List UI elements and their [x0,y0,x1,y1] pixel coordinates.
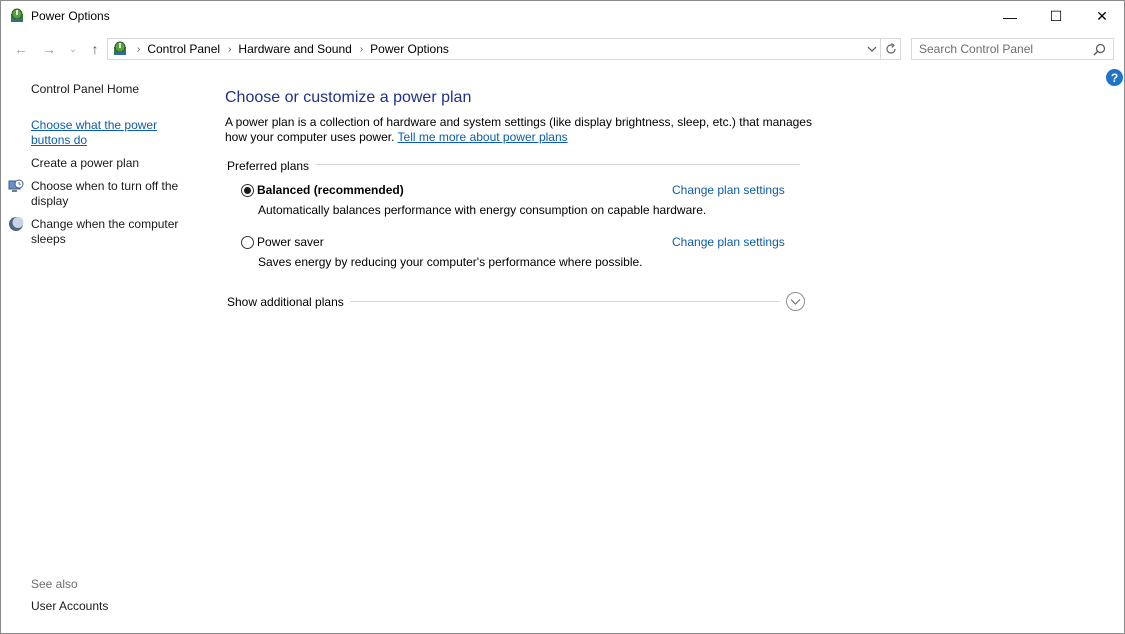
plan-power-saver-description: Saves energy by reducing your computer's… [258,255,643,269]
address-bar[interactable]: › Control Panel › Hardware and Sound › P… [107,38,881,60]
window-title: Power Options [31,9,110,23]
minimize-button[interactable]: — [987,1,1033,32]
plan-balanced-radio[interactable] [241,184,254,197]
power-buttons-link[interactable]: Choose what the power buttons do [31,118,171,148]
preferred-plans-label: Preferred plans [227,159,316,173]
monitor-clock-icon [8,179,24,192]
power-options-icon [114,41,126,55]
forward-button[interactable]: → [39,37,59,61]
breadcrumb-power-options[interactable]: Power Options [370,42,449,56]
chevron-down-icon[interactable] [867,42,877,56]
maximize-button[interactable]: ☐ [1033,1,1079,32]
additional-plans-divider [347,301,779,302]
breadcrumb-control-panel[interactable]: Control Panel [147,42,220,56]
plan-power-saver-name[interactable]: Power saver [257,235,324,249]
close-button[interactable]: ✕ [1079,1,1125,32]
power-options-window: Power Options — ☐ ✕ ← → ⌄ ↑ › Control Pa… [0,0,1125,634]
expand-additional-plans-button[interactable] [786,292,805,311]
page-title: Choose or customize a power plan [225,89,472,106]
back-button[interactable]: ← [11,37,31,61]
page-description: A power plan is a collection of hardware… [225,115,815,145]
plan-balanced-description: Automatically balances performance with … [258,203,707,217]
user-accounts-link[interactable]: User Accounts [31,599,108,614]
chevron-right-icon[interactable]: › [228,44,231,55]
show-additional-plans-label[interactable]: Show additional plans [227,295,350,309]
power-options-icon [11,8,23,22]
title-bar: Power Options — ☐ ✕ [1,1,1124,32]
chevron-right-icon[interactable]: › [360,44,363,55]
refresh-button[interactable] [881,38,901,60]
help-icon[interactable]: ? [1106,69,1123,86]
chevron-right-icon: › [137,43,141,55]
turn-off-display-link[interactable]: Choose when to turn off the display [31,179,191,209]
up-button[interactable]: ↑ [85,37,105,61]
plan-power-saver-radio[interactable] [241,236,254,249]
create-power-plan-link[interactable]: Create a power plan [31,156,139,171]
refresh-icon [885,43,896,54]
chevron-down-icon [790,298,801,305]
see-also-heading: See also [31,577,78,591]
search-icon[interactable] [1093,43,1106,56]
plan-balanced-name[interactable]: Balanced (recommended) [257,183,404,197]
search-box[interactable] [911,38,1114,60]
navigation-bar: ← → ⌄ ↑ › Control Panel › Hardware and S… [1,37,1124,61]
search-input[interactable] [919,39,1094,59]
breadcrumb-hardware-and-sound[interactable]: Hardware and Sound [238,42,351,56]
left-task-pane: Control Panel Home Choose what the power… [1,63,201,633]
moon-sleep-icon [9,217,24,231]
balanced-change-plan-settings-link[interactable]: Change plan settings [672,183,785,197]
recent-locations-button[interactable]: ⌄ [65,37,81,61]
control-panel-home-link[interactable]: Control Panel Home [31,82,139,97]
computer-sleeps-link[interactable]: Change when the computer sleeps [31,217,191,247]
learn-more-link[interactable]: Tell me more about power plans [398,130,568,144]
power-saver-change-plan-settings-link[interactable]: Change plan settings [672,235,785,249]
